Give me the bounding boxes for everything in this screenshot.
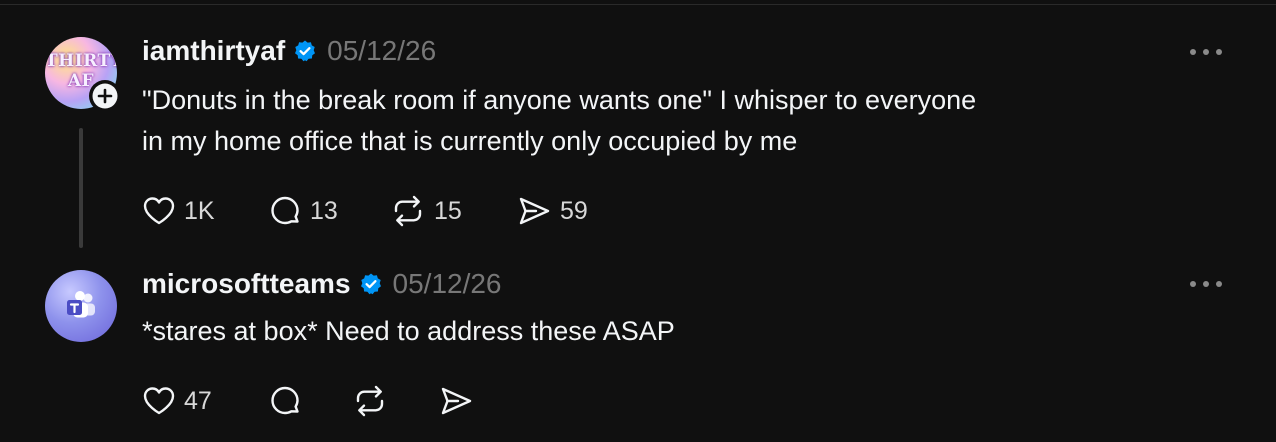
verified-badge-icon — [359, 272, 383, 296]
post-header: microsoftteams 05/12/26 — [142, 268, 502, 300]
profile-avatar[interactable] — [45, 270, 117, 342]
like-count: 1K — [184, 196, 215, 225]
share-button[interactable]: 59 — [516, 193, 588, 229]
repost-button[interactable]: 15 — [390, 193, 516, 229]
share-button[interactable] — [438, 383, 474, 419]
like-count: 47 — [184, 386, 212, 415]
comment-icon — [271, 196, 299, 225]
microsoft-teams-logo — [67, 291, 95, 318]
heart-icon — [143, 387, 175, 415]
post-text: *stares at box* Need to address these AS… — [142, 316, 675, 346]
like-button[interactable]: 47 — [142, 383, 268, 419]
comment-count: 13 — [310, 196, 338, 225]
send-icon — [519, 197, 550, 225]
thread-line — [79, 128, 83, 248]
username[interactable]: iamthirtyaf — [142, 35, 285, 67]
repost-icon — [356, 385, 384, 417]
post-date[interactable]: 05/12/26 — [393, 268, 502, 300]
share-count: 59 — [560, 196, 588, 225]
more-options-icon[interactable] — [1188, 276, 1224, 292]
repost-icon — [394, 195, 422, 227]
comment-button[interactable]: 13 — [268, 193, 390, 229]
repost-count: 15 — [434, 196, 462, 225]
verified-badge-icon — [293, 39, 317, 63]
username[interactable]: microsoftteams — [142, 268, 351, 300]
follow-plus-icon[interactable] — [89, 80, 121, 112]
post-iamthirtyaf: THIRTY AF iamthirtyaf 05/12/26 "Donuts i… — [0, 0, 1276, 250]
post-date[interactable]: 05/12/26 — [327, 35, 436, 67]
send-icon — [441, 387, 472, 415]
repost-button[interactable] — [352, 383, 438, 419]
post-actions: 47 — [142, 383, 474, 419]
comment-icon — [271, 386, 299, 415]
post-actions: 1K 13 15 59 — [142, 193, 588, 229]
heart-icon — [143, 197, 175, 225]
post-text: "Donuts in the break room if anyone want… — [142, 85, 977, 156]
post-header: iamthirtyaf 05/12/26 — [142, 35, 436, 67]
like-button[interactable]: 1K — [142, 193, 268, 229]
more-options-icon[interactable] — [1188, 44, 1224, 60]
comment-button[interactable] — [268, 383, 352, 419]
